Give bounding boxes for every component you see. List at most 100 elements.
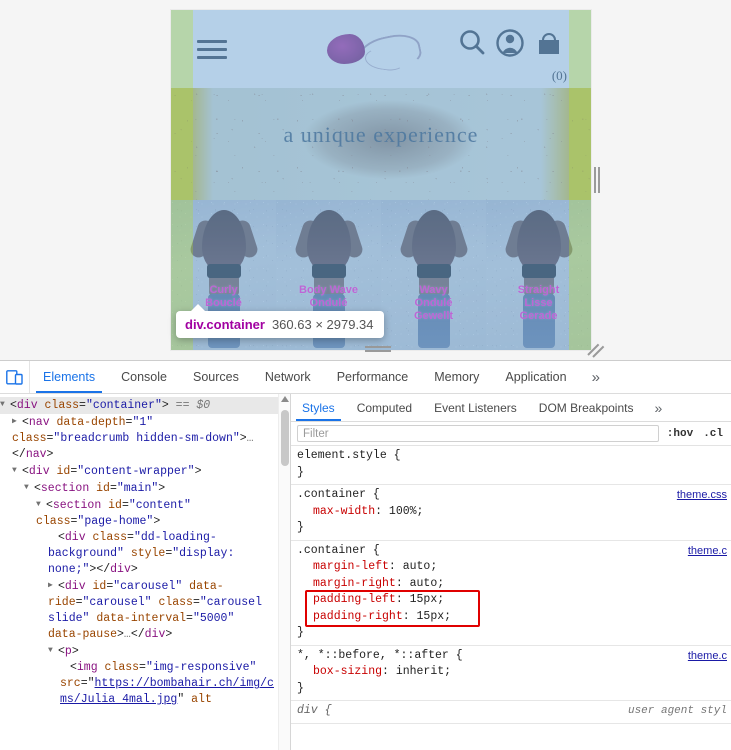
css-value[interactable]: : auto; [389,560,437,573]
dom-node[interactable]: ▼ <p> [0,643,278,660]
css-property[interactable]: padding-left [313,593,396,606]
dom-node-row[interactable]: ▶ <nav data-depth="1" class="breadcrumb h… [12,414,278,463]
dom-node[interactable]: ▶ <nav data-depth="1" class="breadcrumb h… [0,414,278,463]
css-value[interactable]: : auto; [396,577,444,590]
thumbnail-straight[interactable]: Straight Lisse Gerade [486,200,591,350]
css-property[interactable]: margin-left [313,560,389,573]
rule-source-link[interactable]: theme.c [688,648,727,665]
dom-node[interactable]: ▼ <section id="main"> [0,480,278,497]
twisty-expanded-icon[interactable]: ▼ [24,480,34,496]
tab-console[interactable]: Console [108,361,180,393]
tab-dom-breakpoints[interactable]: DOM Breakpoints [528,394,645,421]
hov-toggle[interactable]: :hov [665,428,695,440]
css-property[interactable]: max-width [313,505,375,518]
dom-node-row[interactable]: ▼ <div id="content-wrapper"> [12,463,278,480]
css-declaration[interactable]: box-sizing: inherit; [291,664,731,681]
twisty-expanded-icon[interactable]: ▼ [36,497,46,513]
hamburger-menu-icon[interactable] [197,40,227,60]
scrollbar-thumb[interactable] [281,410,289,466]
css-selector[interactable]: *, *::before, *::after { [291,648,731,665]
css-declaration[interactable]: padding-right: 15px; [291,609,731,626]
dom-node-row[interactable]: <img class="img-responsive" src="https:/… [60,660,278,708]
css-rule[interactable]: theme.c .container {margin-left: auto; mar… [291,541,731,646]
css-selector[interactable]: .container { [291,543,731,560]
css-property[interactable]: box-sizing [313,665,382,678]
dom-node[interactable]: <img class="img-responsive" src="https:/… [0,660,278,708]
tab-styles[interactable]: Styles [291,394,346,421]
viewport-resize-handle-right[interactable] [594,167,600,193]
dom-token: = [80,677,88,691]
dom-node[interactable]: <div class="dd-loading-background" style… [0,530,278,578]
rule-source-link[interactable]: theme.css [677,487,727,504]
tab-event-listeners[interactable]: Event Listeners [423,394,528,421]
scroll-up-arrow-icon[interactable] [281,396,289,402]
css-value[interactable]: : 100%; [375,505,423,518]
tab-application[interactable]: Application [492,361,579,393]
css-property[interactable]: margin-right [313,577,396,590]
cls-toggle[interactable]: .cl [701,428,725,440]
css-rule[interactable]: user agent styl div { [291,701,731,724]
dom-token: data-pause [48,628,118,642]
dom-token: > [194,465,202,479]
tab-performance[interactable]: Performance [324,361,422,393]
dom-node[interactable]: ▼ <div id="content-wrapper"> [0,463,278,480]
tab-sources[interactable]: Sources [180,361,252,393]
account-icon[interactable] [495,28,525,58]
css-value[interactable]: : inherit; [382,665,451,678]
shopping-bag-icon[interactable] [533,28,565,60]
label-line: Ondulé [309,297,348,309]
css-rule[interactable]: theme.css .container {max-width: 100%;} [291,485,731,541]
label-line: Curly [209,284,238,296]
dom-tree[interactable]: ▼ <div class="container"> == $0 ▶ <nav data… [0,394,278,750]
css-declaration[interactable]: padding-left: 15px; [291,592,731,609]
css-rules-list[interactable]: element.style {} theme.css .container {max… [291,446,731,750]
twisty-collapsed-icon[interactable]: ▶ [48,578,58,594]
dom-token: " [87,677,95,691]
dom-node-row[interactable]: <div class="dd-loading-background" style… [48,530,278,578]
more-tabs-icon[interactable]: » [580,361,612,393]
styles-more-tabs-icon[interactable]: » [644,394,672,421]
site-logo[interactable] [319,26,429,78]
twisty-collapsed-icon[interactable]: ▶ [12,414,22,430]
tab-memory[interactable]: Memory [421,361,492,393]
viewport-resize-handle-corner[interactable] [587,342,605,358]
css-declaration[interactable]: margin-left: auto; [291,559,731,576]
twisty-expanded-icon[interactable]: ▼ [0,397,10,413]
dom-node-row[interactable]: ▶ <div id="carousel" data-ride="carousel"… [48,578,278,643]
dom-node-row[interactable]: ▼ <p> [48,643,278,660]
dom-token: = [121,499,129,513]
dom-node-row[interactable]: ▼ <section id="content" class="page-home"… [36,497,278,530]
dom-node[interactable]: ▼ <div class="container"> == $0 [0,397,278,415]
tab-computed[interactable]: Computed [346,394,423,421]
twisty-expanded-icon[interactable]: ▼ [12,463,22,479]
thumbnail-wavy[interactable]: Wavy Ondulé Gewellt [381,200,486,350]
dom-tree-scrollbar[interactable] [278,394,290,750]
styles-filter-input[interactable]: Filter [297,425,659,442]
page-preview-frame[interactable]: (0) a unique experience Curly Bouclé Bod… [171,10,591,350]
dom-node[interactable]: ▶ <div id="carousel" data-ride="carousel"… [0,578,278,643]
dom-token: src [60,677,81,691]
dom-token: > [153,515,161,529]
dom-node[interactable]: ▼ <section id="content" class="page-home"… [0,497,278,530]
styles-pane: Styles Computed Event Listeners DOM Brea… [291,394,731,750]
dom-token: "content-wrapper" [77,465,195,479]
css-value[interactable]: : 15px; [403,610,451,623]
search-icon[interactable] [457,28,487,58]
css-value[interactable]: : 15px; [396,593,444,606]
css-property[interactable]: padding-right [313,610,403,623]
tab-network[interactable]: Network [252,361,324,393]
tab-elements[interactable]: Elements [30,361,108,393]
css-rule[interactable]: element.style {} [291,446,731,485]
dom-node-row[interactable]: ▼ <section id="main"> [24,480,278,497]
css-rule[interactable]: theme.c *, *::before, *::after {box-sizin… [291,646,731,701]
css-declaration[interactable]: margin-right: auto; [291,576,731,593]
dom-node-row[interactable]: ▼ <div class="container"> == $0 [0,397,278,415]
css-declaration[interactable]: max-width: 100%; [291,504,731,521]
css-selector[interactable]: element.style { [291,448,731,465]
rule-source-link[interactable]: theme.c [688,543,727,560]
device-toolbar-icon[interactable] [0,361,30,393]
dom-token [50,416,57,429]
viewport-resize-handle-bottom[interactable] [365,346,391,352]
twisty-expanded-icon[interactable]: ▼ [48,643,58,659]
css-selector[interactable]: .container { [291,487,731,504]
